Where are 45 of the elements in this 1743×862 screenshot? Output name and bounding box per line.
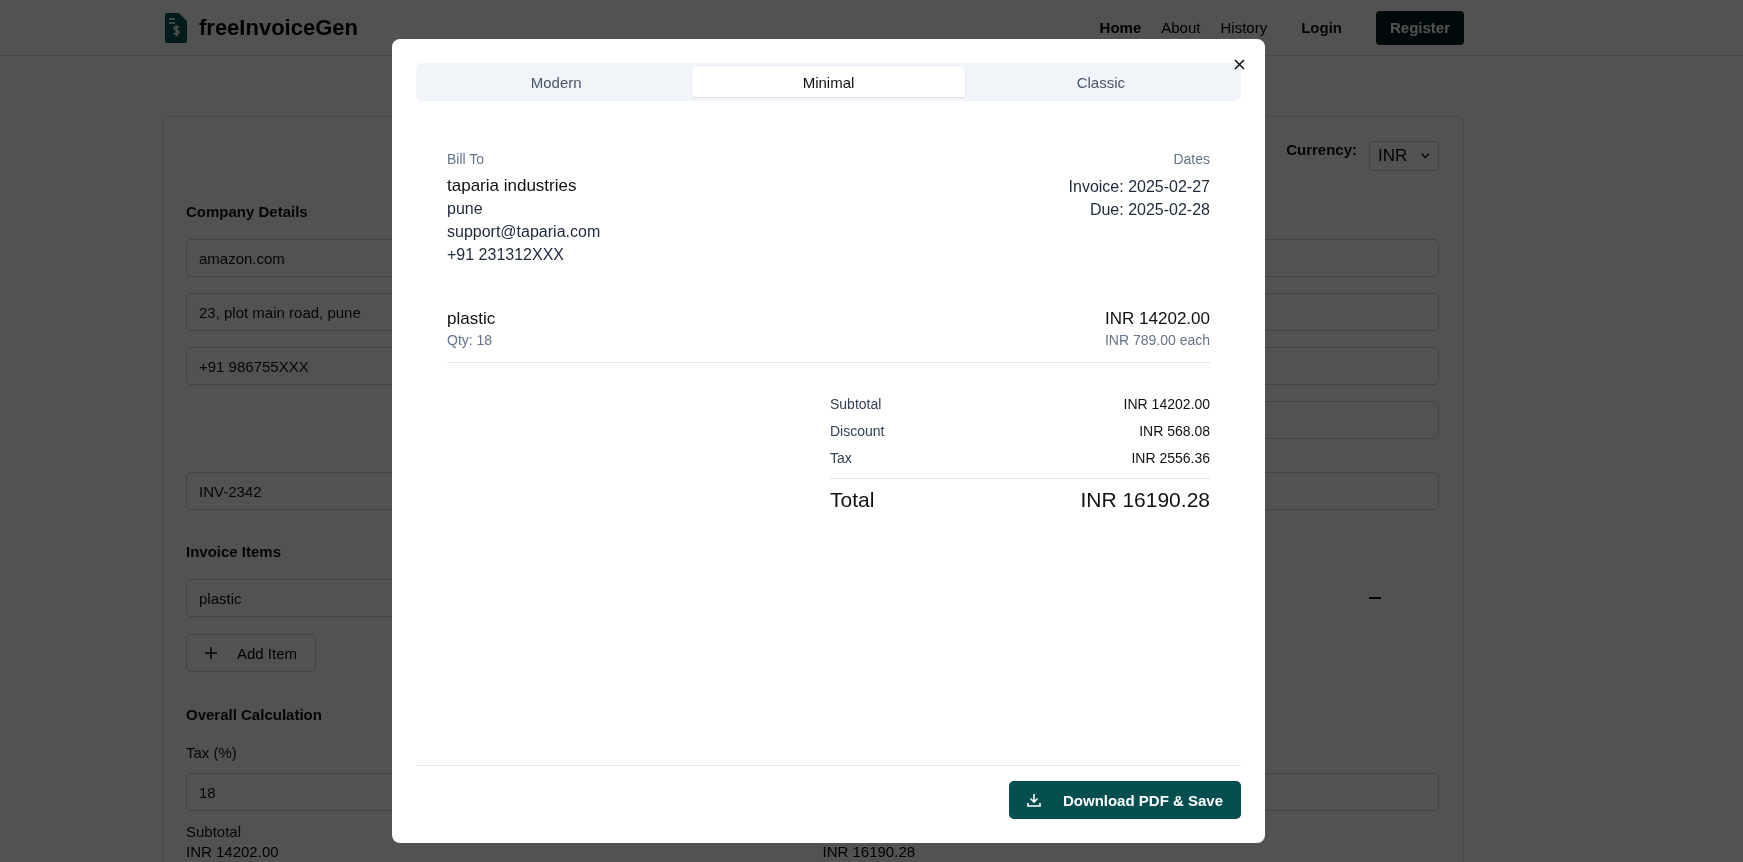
download-button[interactable]: Download PDF & Save: [1008, 781, 1241, 819]
add-item-button[interactable]: Add Item: [186, 634, 317, 672]
client-name: taparia industries: [447, 175, 578, 197]
unit-price: INR 789.00 each: [1104, 331, 1210, 350]
client-detail: pune: [447, 199, 484, 219]
field-label: Tax (%): [186, 744, 237, 761]
template-tab[interactable]: Classic: [964, 67, 1237, 97]
total-label: Subtotal: [830, 395, 882, 414]
register-button[interactable]: Register: [1375, 10, 1464, 45]
chevron-down-icon: [1421, 152, 1430, 160]
date-line: Due: 2025-02-28: [1088, 200, 1210, 220]
total-label: Tax: [830, 449, 852, 468]
section-heading: Company Details: [186, 203, 308, 220]
grand-total-label: Total: [830, 487, 875, 513]
total-label: Discount: [830, 422, 885, 441]
item-quantity: Qty: 18: [447, 331, 494, 350]
close-icon[interactable]: [1232, 57, 1247, 72]
section-heading: Invoice Items: [186, 543, 282, 560]
total-amount: INR 568.08: [1139, 422, 1210, 441]
brand-name[interactable]: freeInvoiceGen: [199, 14, 358, 41]
nav-link[interactable]: History: [1220, 19, 1268, 36]
bill-to-heading: Bill To: [447, 150, 486, 169]
dates-heading: Dates: [1172, 150, 1210, 169]
client-detail: support@taparia.com: [447, 222, 601, 242]
nav-link[interactable]: Home: [1099, 19, 1142, 36]
section-heading: Overall Calculation: [186, 706, 322, 723]
invoice-document-icon: [165, 12, 187, 43]
subtotal-value: INR 14202.00: [186, 844, 279, 859]
grand-total-amount: INR 16190.28: [1080, 487, 1210, 513]
item-amount: INR 14202.00: [1104, 308, 1210, 330]
template-tab[interactable]: Minimal: [692, 67, 965, 97]
template-tab[interactable]: Modern: [420, 67, 693, 97]
nav-link[interactable]: About: [1161, 19, 1201, 36]
total-amount: INR 2556.36: [1131, 449, 1210, 468]
date-line: Invoice: 2025-02-27: [1068, 177, 1210, 197]
item-name: plastic: [447, 308, 496, 330]
plus-icon: [205, 647, 217, 659]
client-detail: +91 231312XXX: [447, 245, 565, 265]
total-amount: INR 14202.00: [1123, 395, 1210, 414]
currency-select[interactable]: INR: [1369, 141, 1439, 171]
download-icon: [1026, 793, 1041, 807]
login-link[interactable]: Login: [1301, 19, 1342, 36]
total-value: INR 16190.28: [822, 844, 916, 859]
currency-label: Currency:: [1286, 141, 1357, 160]
field-label: Subtotal: [186, 823, 242, 840]
